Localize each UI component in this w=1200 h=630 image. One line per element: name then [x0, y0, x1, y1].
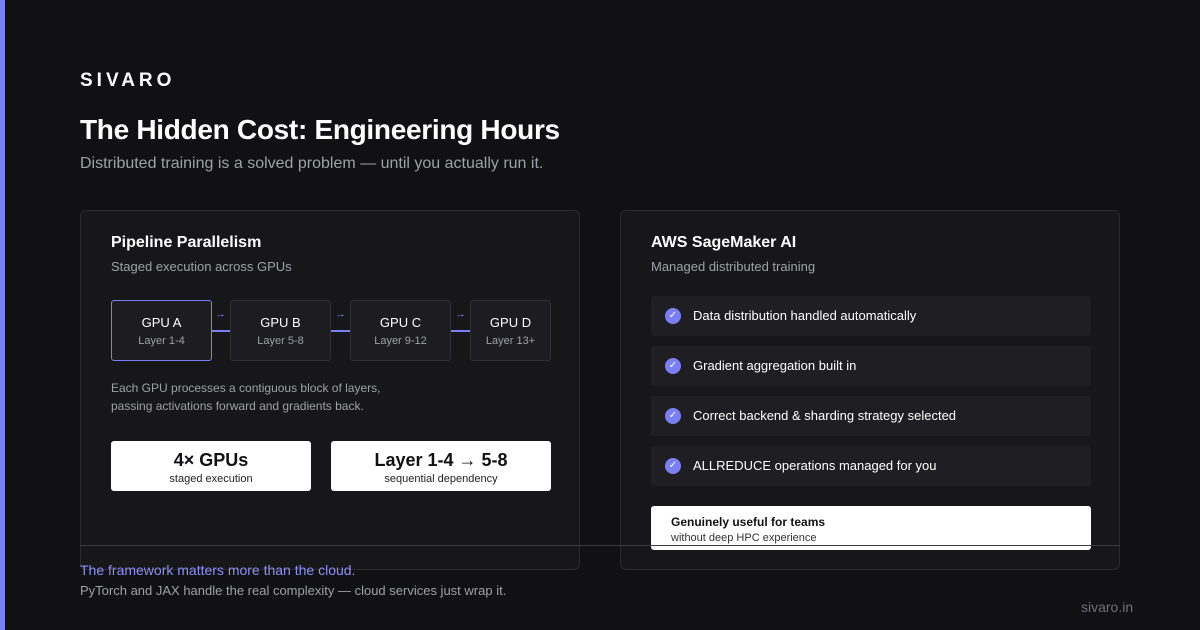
page-subtitle: Distributed training is a solved problem… — [80, 155, 544, 172]
arrow-right-icon: → — [215, 308, 226, 320]
card-subtitle: Staged execution across GPUs — [111, 259, 292, 274]
pipeline-description: Each GPU processes a contiguous block of… — [111, 379, 380, 415]
page-title: The Hidden Cost: Engineering Hours — [80, 114, 560, 145]
gpu-layers: Layer 9-12 — [374, 335, 427, 347]
feature-text: Gradient aggregation built in — [693, 358, 857, 373]
site-link[interactable]: sivaro.in — [1081, 599, 1133, 615]
check-icon: ✓ — [665, 358, 681, 374]
check-icon: ✓ — [665, 458, 681, 474]
stat-layers: Layer 1-4 → 5-8 sequential dependency — [331, 441, 551, 491]
footer-highlight: The framework matters more than the clou… — [80, 562, 356, 578]
gpu-box-d: GPU D Layer 13+ — [470, 300, 551, 361]
brand-logo: SIVARO — [80, 70, 176, 91]
feature-item: ✓ Data distribution handled automaticall… — [651, 296, 1091, 336]
arrow-right-icon: → — [455, 308, 466, 320]
description-line: Each GPU processes a contiguous block of… — [111, 381, 381, 395]
pipeline-connector — [451, 330, 470, 332]
stat-value: 4× GPUs — [173, 450, 249, 470]
stat-label: staged execution — [169, 473, 253, 485]
arrow-right-icon: → — [335, 308, 346, 320]
check-icon: ✓ — [665, 408, 681, 424]
check-icon: ✓ — [665, 308, 681, 324]
gpu-name: GPU D — [489, 315, 532, 330]
pipeline-connector — [331, 330, 350, 332]
feature-text: Data distribution handled automatically — [693, 308, 917, 323]
card-title: AWS SageMaker AI — [651, 234, 797, 251]
gpu-box-b: GPU B Layer 5-8 — [230, 300, 331, 361]
gpu-box-c: GPU C Layer 9-12 — [350, 300, 451, 361]
accent-bar — [0, 0, 5, 630]
stat-label: sequential dependency — [384, 473, 498, 485]
feature-item: ✓ ALLREDUCE operations managed for you — [651, 446, 1091, 486]
feature-text: ALLREDUCE operations managed for you — [693, 458, 937, 473]
callout-title: Genuinely useful for teams — [671, 515, 826, 529]
feature-text: Correct backend & sharding strategy sele… — [693, 408, 957, 423]
feature-item: ✓ Correct backend & sharding strategy se… — [651, 396, 1091, 436]
callout-box: Genuinely useful for teams without deep … — [651, 506, 1091, 550]
gpu-layers: Layer 13+ — [485, 335, 536, 347]
callout-subtitle: without deep HPC experience — [671, 532, 817, 544]
footer-divider — [80, 545, 1120, 546]
gpu-name: GPU A — [141, 315, 182, 330]
pipeline-connector — [211, 330, 230, 332]
feature-item: ✓ Gradient aggregation built in — [651, 346, 1091, 386]
card-title: Pipeline Parallelism — [111, 234, 262, 251]
gpu-layers: Layer 5-8 — [257, 335, 304, 347]
description-line: passing activations forward and gradient… — [111, 399, 364, 413]
stat-value: Layer 1-4 → 5-8 — [374, 450, 508, 470]
footer-note: PyTorch and JAX handle the real complexi… — [80, 583, 507, 598]
stat-gpus: 4× GPUs staged execution — [111, 441, 311, 491]
sagemaker-card: AWS SageMaker AI Managed distributed tra… — [620, 210, 1120, 570]
gpu-name: GPU C — [379, 315, 422, 330]
gpu-layers: Layer 1-4 — [138, 335, 185, 347]
gpu-box-a: GPU A Layer 1-4 — [111, 300, 212, 361]
gpu-name: GPU B — [260, 315, 301, 330]
pipeline-parallelism-card: Pipeline Parallelism Staged execution ac… — [80, 210, 580, 570]
card-subtitle: Managed distributed training — [651, 259, 816, 274]
